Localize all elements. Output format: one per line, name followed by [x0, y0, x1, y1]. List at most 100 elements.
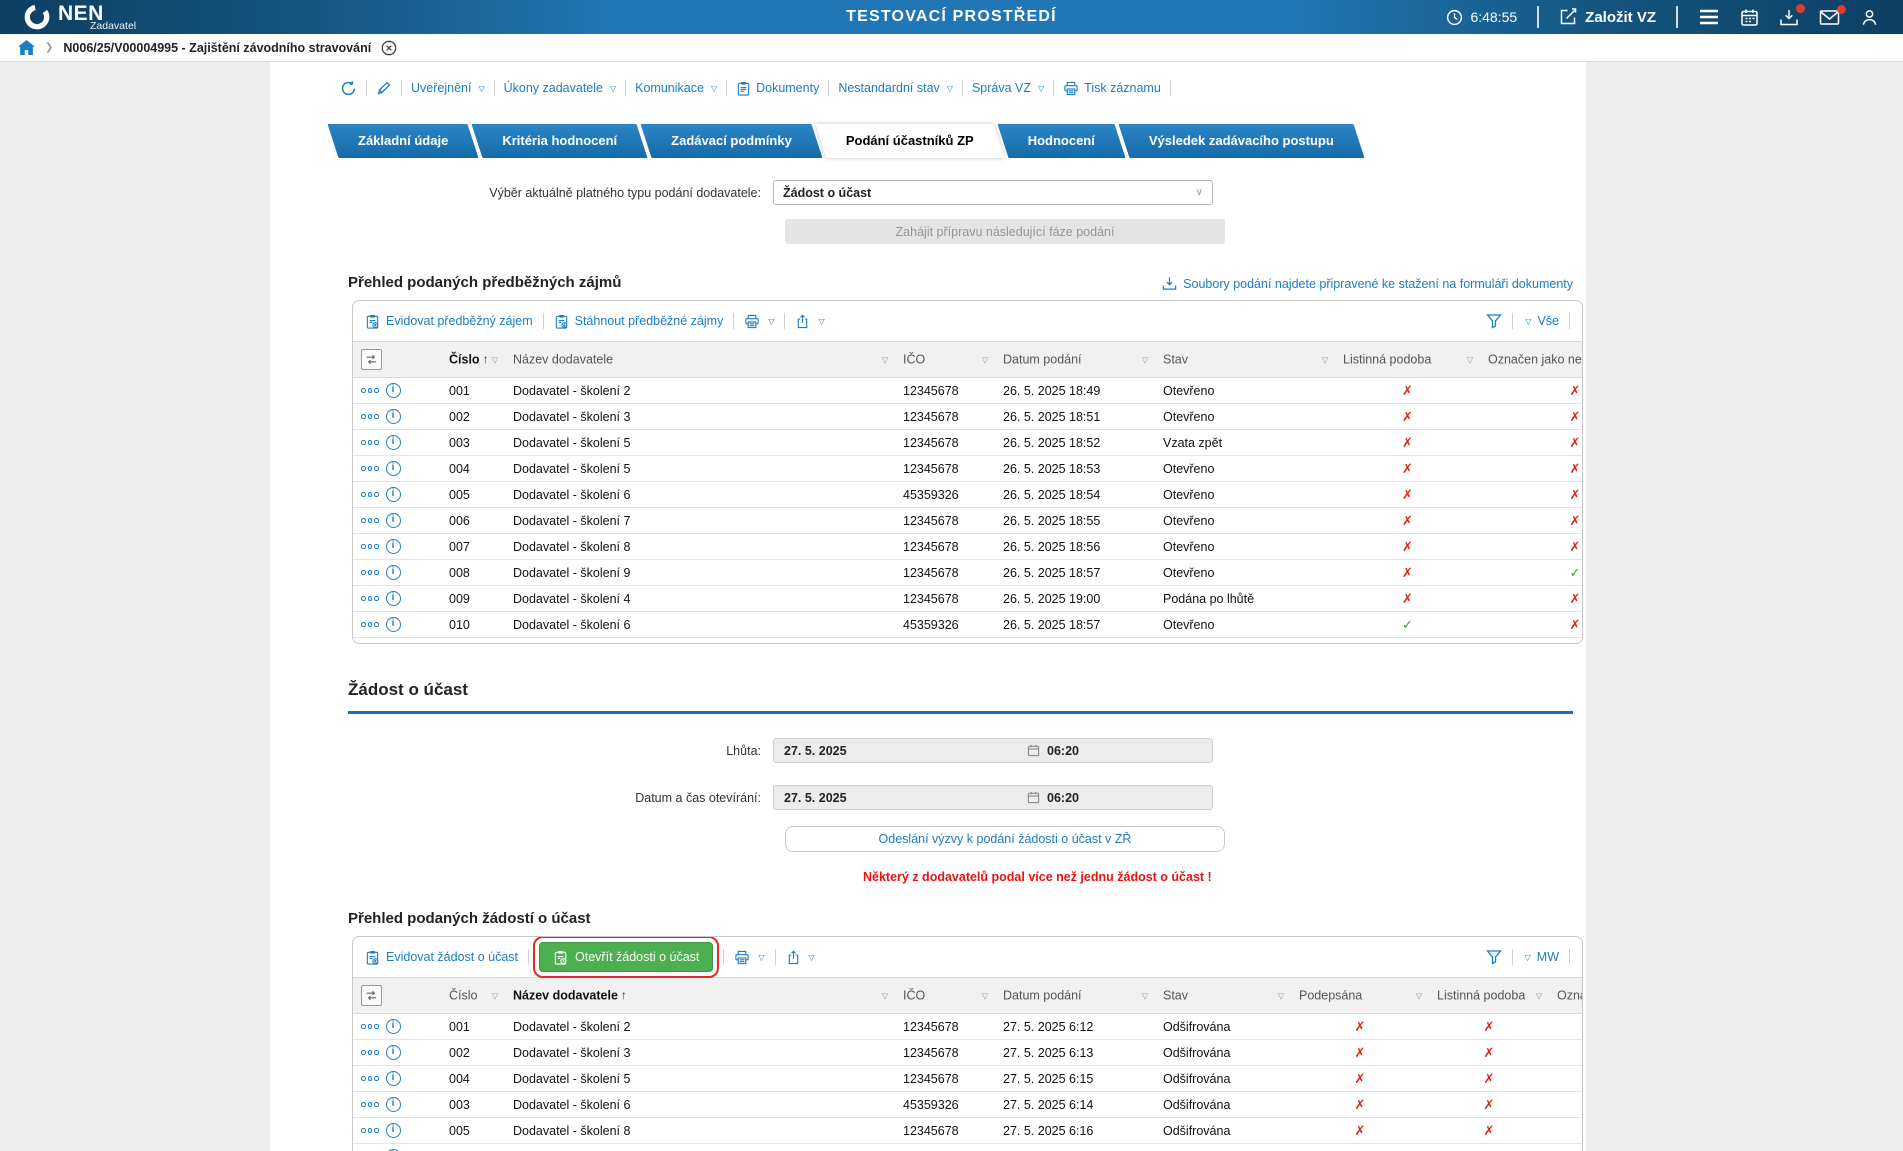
action-komunikace[interactable]: Komunikace▽ — [635, 81, 717, 95]
edit-record-button[interactable] — [376, 80, 392, 96]
row-menu-button[interactable] — [361, 466, 379, 471]
row-menu-button[interactable] — [361, 1076, 379, 1081]
action-dokumenty[interactable]: Dokumenty — [736, 81, 819, 96]
submission-files-link[interactable]: Soubory podání najdete připravené ke sta… — [1162, 276, 1573, 291]
row-info-icon[interactable]: i — [386, 435, 401, 450]
open-requests-button[interactable]: Otevřít žádosti o účast — [539, 942, 713, 972]
row-menu-button[interactable] — [361, 414, 379, 419]
column-filter-icon[interactable]: ▽ — [1536, 991, 1542, 1000]
deadline-field[interactable]: 27. 5. 202506:20 — [773, 738, 1213, 763]
filter-button[interactable] — [1486, 949, 1502, 965]
downloads-icon[interactable] — [1779, 8, 1799, 27]
column-filter-icon[interactable]: ▽ — [1278, 991, 1284, 1000]
row-menu-button[interactable] — [361, 1050, 379, 1055]
column-header-listinna[interactable]: Listinná podoba▽ — [1429, 978, 1549, 1014]
tab-pod-n-astn-k-zp[interactable]: Podání účastníků ZP — [821, 124, 999, 158]
row-info-icon[interactable]: i — [386, 565, 401, 580]
row-menu-button[interactable] — [361, 1128, 379, 1133]
action-uve-ejn-n-[interactable]: Uveřejnění▽ — [411, 81, 485, 95]
share-button[interactable]: ▽ — [795, 314, 824, 329]
row-info-icon[interactable]: i — [386, 383, 401, 398]
row-info-icon[interactable]: i — [386, 1045, 401, 1060]
tool-evidovat-dost-o-ast[interactable]: Evidovat žádost o účast — [365, 950, 518, 965]
opening-field[interactable]: 27. 5. 202506:20 — [773, 785, 1213, 810]
column-header-ico[interactable]: IČO▽ — [895, 342, 995, 378]
row-info-icon[interactable]: i — [386, 1019, 401, 1034]
row-menu-button[interactable] — [361, 1102, 379, 1107]
history-button[interactable] — [340, 80, 357, 97]
column-filter-icon[interactable]: ▽ — [882, 355, 888, 364]
column-header-nepodany[interactable]: Označen jako nepodaný — [1480, 342, 1583, 378]
range-selector[interactable]: ▽Vše — [1523, 314, 1559, 328]
row-menu-button[interactable] — [361, 1024, 379, 1029]
tab-v-sledek-zad-vac-ho-postupu[interactable]: Výsledek zadávacího postupu — [1124, 124, 1359, 158]
menu-icon[interactable] — [1698, 8, 1720, 26]
column-filter-icon[interactable]: ▽ — [1322, 355, 1328, 364]
filter-button[interactable] — [1486, 313, 1502, 329]
row-info-icon[interactable]: i — [386, 409, 401, 424]
row-menu-button[interactable] — [361, 440, 379, 445]
close-record-icon[interactable] — [381, 40, 397, 56]
column-header-listinna[interactable]: Listinná podoba▽ — [1335, 342, 1480, 378]
row-info-icon[interactable]: i — [386, 1071, 401, 1086]
row-menu-button[interactable] — [361, 544, 379, 549]
column-filter-icon[interactable]: ▽ — [982, 355, 988, 364]
column-filter-icon[interactable]: ▽ — [982, 991, 988, 1000]
row-info-icon[interactable]: i — [386, 591, 401, 606]
row-info-icon[interactable]: i — [386, 1097, 401, 1112]
tab-krit-ria-hodnocen-[interactable]: Kritéria hodnocení — [477, 124, 642, 158]
column-header-cislo[interactable]: Číslo▽ — [441, 978, 505, 1014]
row-menu-button[interactable] — [361, 518, 379, 523]
printer-button[interactable]: ▽ — [744, 314, 774, 329]
row-info-icon[interactable]: i — [386, 1123, 401, 1138]
row-menu-button[interactable] — [361, 596, 379, 601]
column-header-cislo[interactable]: Číslo↑▽ — [441, 342, 505, 378]
column-settings-button[interactable] — [361, 985, 382, 1006]
row-menu-button[interactable] — [361, 622, 379, 627]
column-header-nazev[interactable]: Název dodavatele▽ — [505, 342, 895, 378]
breadcrumb-record[interactable]: N006/25/V00004995 - Zajištění závodního … — [63, 41, 371, 55]
column-header-stav[interactable]: Stav▽ — [1155, 978, 1291, 1014]
column-filter-icon[interactable]: ▽ — [1416, 991, 1422, 1000]
tab-zad-vac-podm-nky[interactable]: Zadávací podmínky — [646, 124, 817, 158]
start-next-phase-button[interactable]: Zahájit přípravu následující fáze podání — [785, 219, 1225, 244]
column-header-datum[interactable]: Datum podání▽ — [995, 978, 1155, 1014]
row-menu-button[interactable] — [361, 570, 379, 575]
action-tisk-z-znamu[interactable]: Tisk záznamu — [1063, 81, 1161, 96]
row-info-icon[interactable]: i — [386, 513, 401, 528]
row-info-icon[interactable]: i — [386, 487, 401, 502]
column-filter-icon[interactable]: ▽ — [1142, 355, 1148, 364]
column-header-datum[interactable]: Datum podání▽ — [995, 342, 1155, 378]
column-header-nazev[interactable]: Název dodavatele↑▽ — [505, 978, 895, 1014]
column-filter-icon[interactable]: ▽ — [492, 991, 498, 1000]
row-info-icon[interactable]: i — [386, 461, 401, 476]
action--kony-zadavatele[interactable]: Úkony zadavatele▽ — [504, 81, 617, 95]
action-nestandardn-stav[interactable]: Nestandardní stav▽ — [838, 81, 953, 95]
printer-button[interactable]: ▽ — [734, 950, 764, 965]
row-info-icon[interactable]: i — [386, 539, 401, 554]
profile-icon[interactable] — [1860, 8, 1879, 27]
home-icon[interactable] — [18, 40, 35, 55]
submission-type-select[interactable]: Žádost o účast ∨ — [773, 180, 1213, 205]
row-menu-button[interactable] — [361, 492, 379, 497]
tool-evidovat-p-edb-n-z-jem[interactable]: Evidovat předběžný zájem — [365, 314, 533, 329]
column-header-oznacen[interactable]: Označen jako nepodaný — [1549, 978, 1583, 1014]
tool-st-hnout-p-edb-n-z-jmy[interactable]: Stáhnout předběžné zájmy — [554, 314, 724, 329]
column-filter-icon[interactable]: ▽ — [1467, 355, 1473, 364]
column-filter-icon[interactable]: ▽ — [882, 991, 888, 1000]
messages-icon[interactable] — [1819, 9, 1840, 26]
row-info-icon[interactable]: i — [386, 617, 401, 632]
column-settings-button[interactable] — [361, 349, 382, 370]
create-vz-button[interactable]: Založit VZ — [1559, 8, 1656, 26]
nen-logo[interactable]: NEN Zadavatel — [0, 2, 136, 32]
column-header-ico[interactable]: IČO▽ — [895, 978, 995, 1014]
tab-hodnocen-[interactable]: Hodnocení — [1003, 124, 1120, 158]
tab-z-kladn-daje[interactable]: Základní údaje — [333, 124, 473, 158]
column-filter-icon[interactable]: ▽ — [1142, 991, 1148, 1000]
range-selector[interactable]: ▽MW — [1523, 950, 1559, 964]
column-header-stav[interactable]: Stav▽ — [1155, 342, 1335, 378]
column-filter-icon[interactable]: ▽ — [492, 355, 498, 364]
send-call-button[interactable]: Odeslání výzvy k podání žádosti o účast … — [785, 826, 1225, 852]
share-button[interactable]: ▽ — [786, 950, 815, 965]
calendar-icon[interactable] — [1740, 8, 1759, 27]
